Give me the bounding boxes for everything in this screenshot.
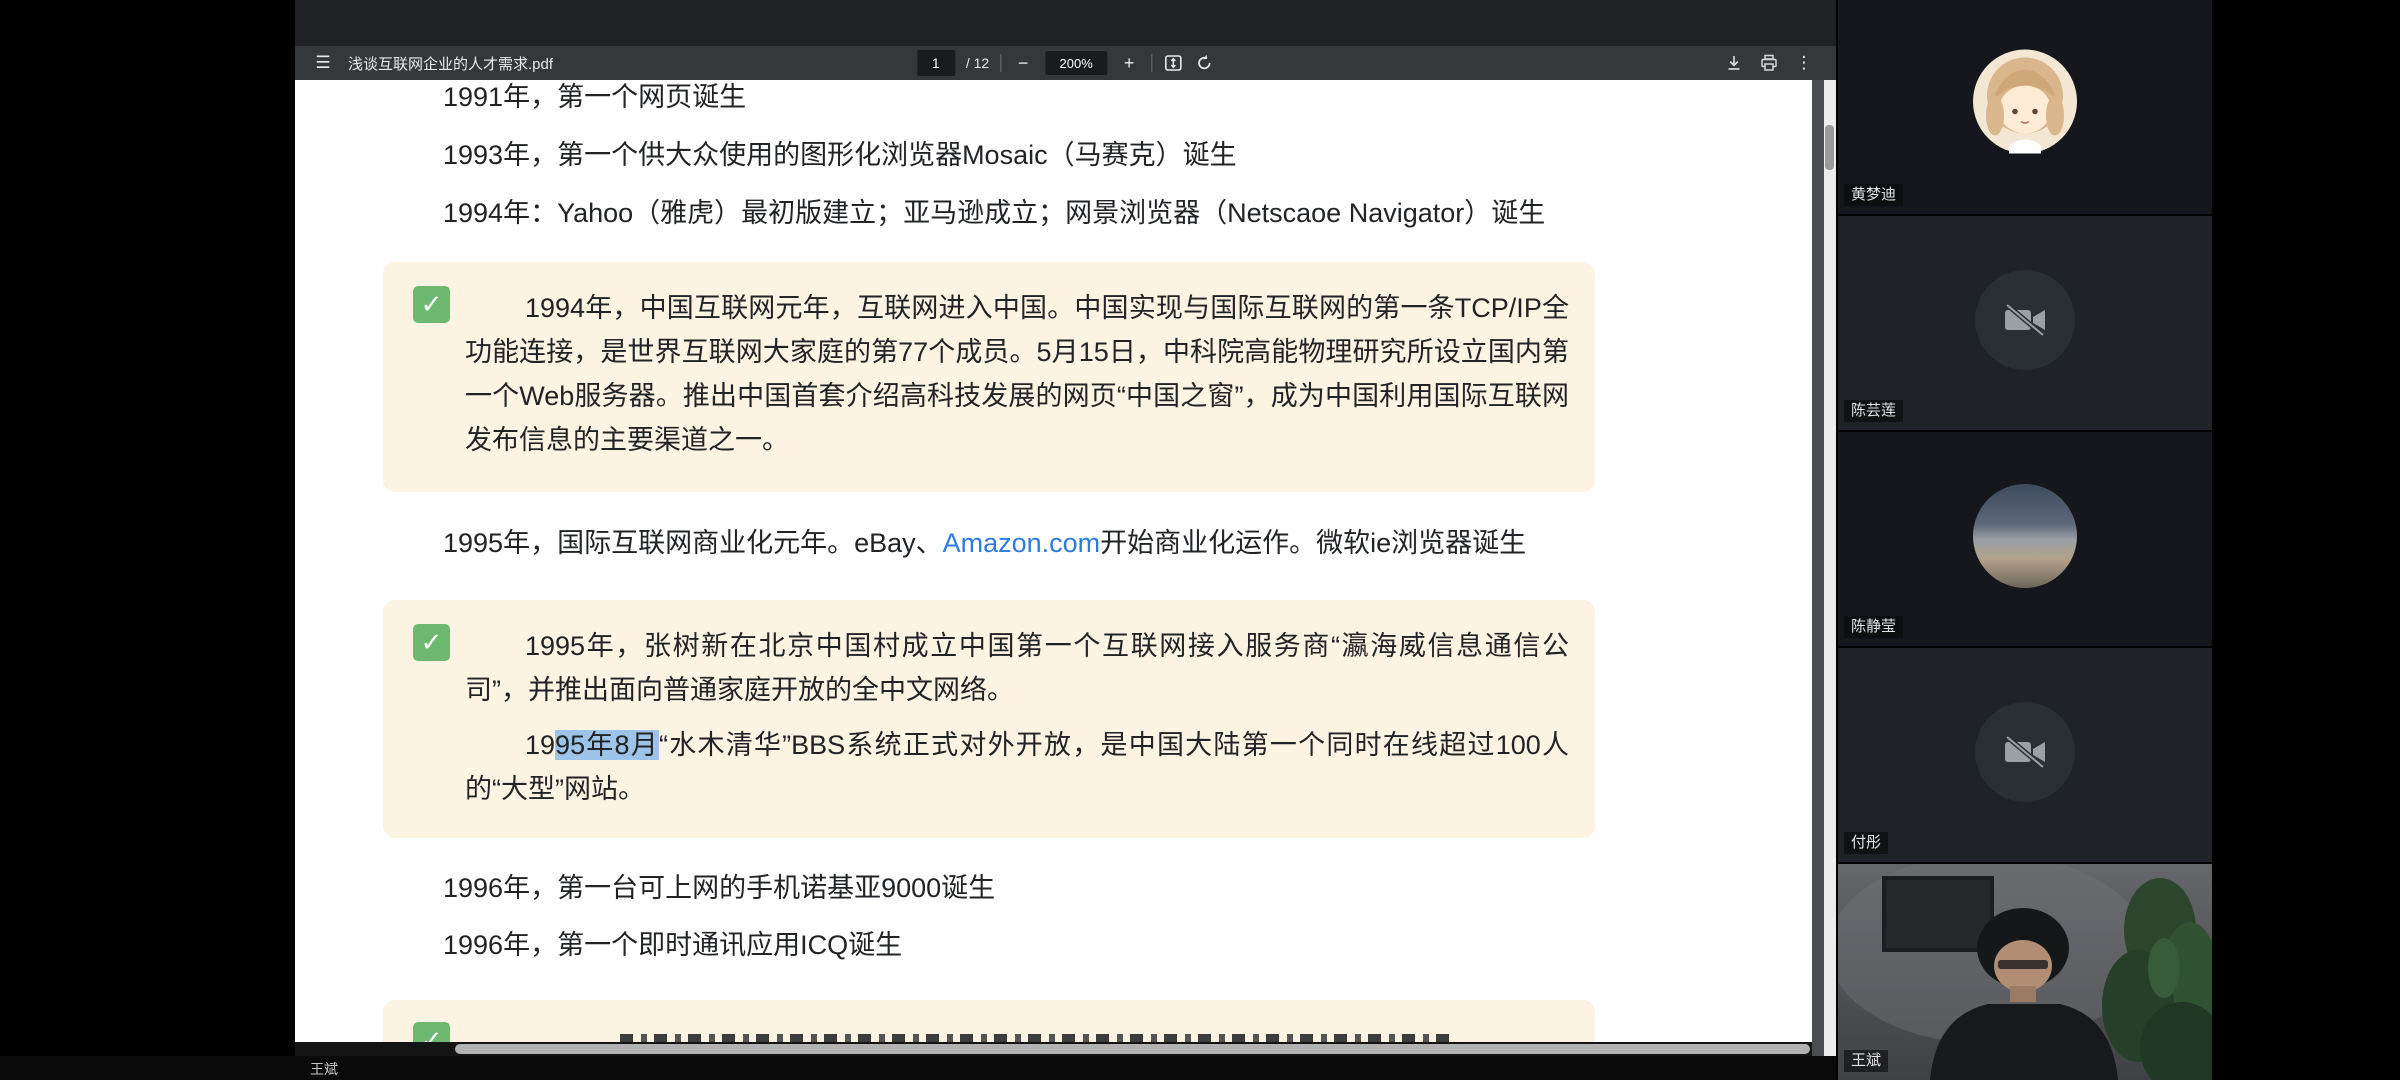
download-icon[interactable]	[1724, 53, 1744, 73]
participant-name: 陈静莹	[1844, 616, 1903, 638]
page-total-label: / 12	[966, 55, 989, 71]
avatar	[1973, 50, 2077, 159]
participant-name: 王斌	[1844, 1050, 1888, 1072]
participant-tile-video[interactable]: 王斌	[1838, 864, 2212, 1080]
zoom-out-button[interactable]: −	[1012, 51, 1034, 75]
zoom-in-button[interactable]: +	[1118, 51, 1140, 75]
line-1995-text: 开始商业化运作。微软ie浏览器诞生	[1100, 528, 1526, 558]
more-options-icon[interactable]: ⋮	[1794, 53, 1814, 73]
selected-text-1995-8: 95年8月	[555, 730, 659, 760]
participant-tile[interactable]: 黄梦迪	[1838, 0, 2212, 214]
camera-off-circle	[1975, 702, 2075, 802]
camera-off-circle	[1975, 270, 2075, 370]
box2-paragraph-1: 1995年，张树新在北京中国村成立中国第一个互联网接入服务商“瀛海威信息通信公司…	[465, 624, 1569, 712]
viewer-top-strip	[295, 0, 1836, 46]
doc-line-1994: 1994年：Yahoo（雅虎）最初版建立；亚马逊成立；网景浏览器（Netscao…	[443, 196, 1545, 230]
check-icon: ✓	[413, 624, 450, 661]
participant-tile[interactable]: 陈芸莲	[1838, 216, 2212, 430]
page-gutter	[1812, 80, 1824, 1056]
participant-name: 黄梦迪	[1844, 184, 1903, 206]
amazon-link[interactable]: Amazon.com	[943, 528, 1101, 558]
document-title: 浅谈互联网企业的人才需求.pdf	[348, 53, 553, 74]
doc-line-1995: 1995年，国际互联网商业化元年。eBay、Amazon.com开始商业化运作。…	[443, 526, 1526, 560]
screenshare-bottom-bar: 王斌	[0, 1056, 1836, 1080]
presenter-name-label: 王斌	[310, 1059, 338, 1079]
participant-name: 陈芸莲	[1844, 400, 1903, 422]
check-icon: ✓	[413, 1022, 450, 1042]
fit-to-page-icon[interactable]	[1163, 53, 1183, 73]
doc-line-1996-icq: 1996年，第一个即时通讯应用ICQ诞生	[443, 928, 902, 962]
doc-line-1996-nokia: 1996年，第一台可上网的手机诺基亚9000诞生	[443, 871, 995, 905]
box2-p2-text: 19	[525, 730, 555, 760]
clipped-text-tops	[620, 1034, 1450, 1042]
box2-paragraph-2: 1995年8月“水木清华”BBS系统正式对外开放，是中国大陆第一个同时在线超过1…	[465, 723, 1569, 811]
box1-paragraph: 1994年，中国互联网元年，互联网进入中国。中国实现与国际互联网的第一条TCP/…	[465, 286, 1569, 462]
pdf-page: 1991年，第一个网页诞生 1993年，第一个供大众使用的图形化浏览器Mosai…	[295, 80, 1812, 1042]
camera-off-icon	[2002, 301, 2048, 339]
participant-video	[1838, 864, 2212, 1080]
rotate-icon[interactable]	[1194, 53, 1214, 73]
vertical-scrollbar[interactable]	[1824, 80, 1836, 1056]
pdf-toolbar: ☰ 浅谈互联网企业的人才需求.pdf / 12 − 200% +	[295, 46, 1836, 80]
highlight-box-1995-china: ✓ 1995年，张树新在北京中国村成立中国第一个互联网接入服务商“瀛海威信息通信…	[383, 600, 1595, 838]
check-icon: ✓	[413, 286, 450, 323]
shared-screen: ☰ 浅谈互联网企业的人才需求.pdf / 12 − 200% +	[0, 0, 2400, 1080]
participant-tile[interactable]: 陈静莹	[1838, 432, 2212, 646]
zoom-level-value: 200%	[1045, 51, 1107, 75]
vertical-scrollbar-thumb[interactable]	[1825, 125, 1834, 170]
doc-line-1993: 1993年，第一个供大众使用的图形化浏览器Mosaic（马赛克）诞生	[443, 138, 1237, 172]
camera-off-icon	[2002, 733, 2048, 771]
line-1995-text: 1995年，国际互联网商业化元年。eBay、	[443, 528, 943, 558]
avatar-photo	[1973, 484, 2077, 588]
horizontal-scrollbar[interactable]	[295, 1042, 1812, 1056]
participant-tile[interactable]: 付彤	[1838, 648, 2212, 862]
print-icon[interactable]	[1759, 53, 1779, 73]
doc-line-1991: 1991年，第一个网页诞生	[443, 80, 746, 114]
toolbar-divider	[1000, 54, 1001, 72]
toolbar-divider	[1151, 54, 1152, 72]
horizontal-scrollbar-thumb[interactable]	[455, 1044, 1810, 1054]
menu-icon[interactable]: ☰	[313, 53, 333, 73]
highlight-box-clipped: ✓	[383, 1000, 1595, 1042]
page-number-input[interactable]	[917, 50, 955, 76]
highlight-box-1994-china: ✓ 1994年，中国互联网元年，互联网进入中国。中国实现与国际互联网的第一条TC…	[383, 262, 1595, 492]
participant-name: 付彤	[1844, 832, 1888, 854]
